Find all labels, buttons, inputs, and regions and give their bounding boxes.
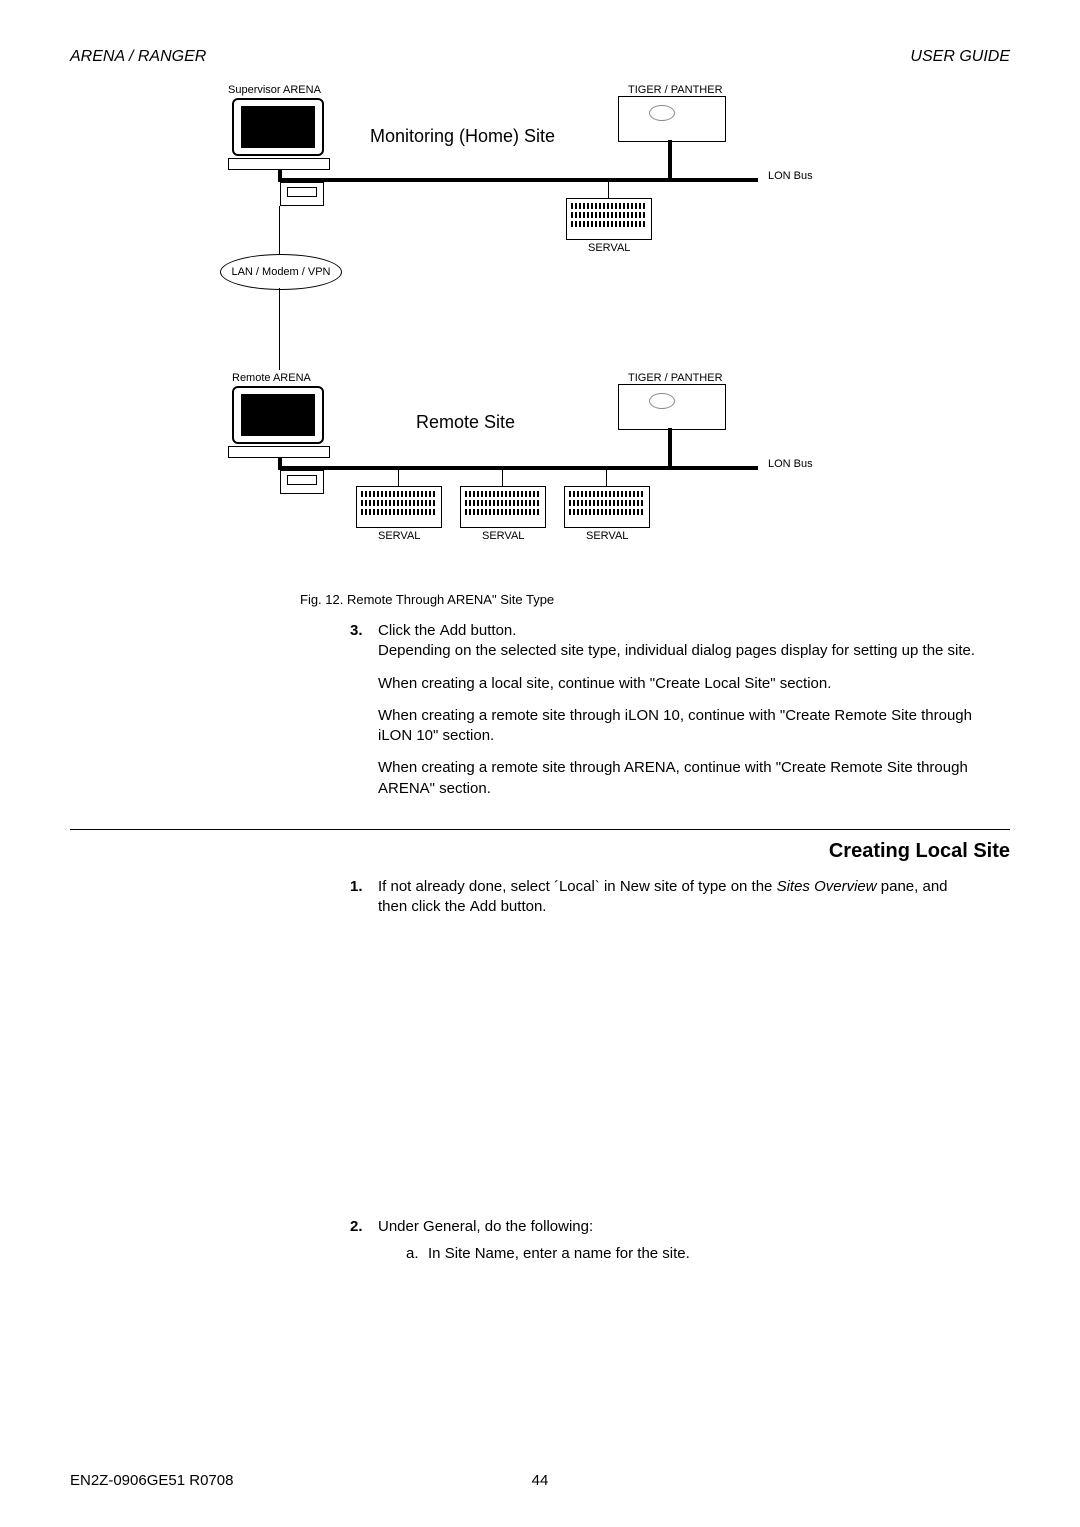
tiger-panther-box-top (618, 96, 726, 142)
step-3-para3: When creating a remote site through AREN… (378, 758, 980, 799)
serval-label-b2: SERVAL (482, 530, 524, 542)
step-number: 2. (350, 1217, 378, 1264)
instruction-step-2: 2. Under General, do the following: a. I… (350, 1217, 980, 1264)
serval-box-b1 (356, 486, 442, 528)
tiger-panther-box-bottom (618, 384, 726, 430)
instruction-step-1: 1. If not already done, select ´Local` i… (350, 877, 980, 918)
lon-bus-top (278, 178, 758, 182)
section-divider (70, 829, 1010, 830)
serval-box-b3 (564, 486, 650, 528)
header-left: ARENA / RANGER (70, 48, 206, 66)
section-heading-creating-local-site: Creating Local Site (70, 840, 1010, 863)
supervisor-monitor-icon (232, 98, 328, 176)
serval-label-top: SERVAL (588, 242, 630, 254)
step-number: 1. (350, 877, 378, 918)
tiger-panther-label-top: TIGER / PANTHER (628, 84, 723, 96)
footer-doc-id: EN2Z-0906GE51 R0708 (70, 1472, 383, 1489)
step-3-para1: When creating a local site, continue wit… (378, 674, 980, 694)
lon-bus-bottom (278, 466, 758, 470)
step-number: 3. (350, 621, 378, 799)
remote-monitor-icon (232, 386, 328, 464)
supervisor-arena-label: Supervisor ARENA (228, 84, 321, 96)
substep-a: a. In Site Name, enter a name for the si… (406, 1244, 980, 1264)
step-3-para2: When creating a remote site through iLON… (378, 706, 980, 747)
serval-box-top (566, 198, 652, 240)
remote-site-title: Remote Site (416, 412, 515, 433)
lon-bus-label-bottom: LON Bus (768, 458, 813, 470)
serval-box-b2 (460, 486, 546, 528)
serval-label-b3: SERVAL (586, 530, 628, 542)
keyboard-icon-2 (280, 470, 324, 494)
remote-arena-label: Remote ARENA (232, 372, 311, 384)
instruction-step-3: 3. Click the Add button. Depending on th… (350, 621, 980, 799)
lon-bus-label-top: LON Bus (768, 170, 813, 182)
tiger-panther-label-bottom: TIGER / PANTHER (628, 372, 723, 384)
header-right: USER GUIDE (910, 48, 1010, 66)
figure-caption: Fig. 12. Remote Through ARENA" Site Type (300, 592, 1010, 607)
serval-label-b1: SERVAL (378, 530, 420, 542)
keyboard-icon (280, 182, 324, 206)
footer-page-number: 44 (383, 1472, 696, 1489)
remote-arena-diagram: Supervisor ARENA Monitoring (Home) Site … (160, 84, 900, 584)
monitoring-home-site-title: Monitoring (Home) Site (370, 126, 555, 147)
page-footer: EN2Z-0906GE51 R0708 44 (70, 1472, 1010, 1489)
lan-modem-vpn-node: LAN / Modem / VPN (220, 254, 342, 290)
step-3-detail: Depending on the selected site type, ind… (378, 641, 980, 661)
